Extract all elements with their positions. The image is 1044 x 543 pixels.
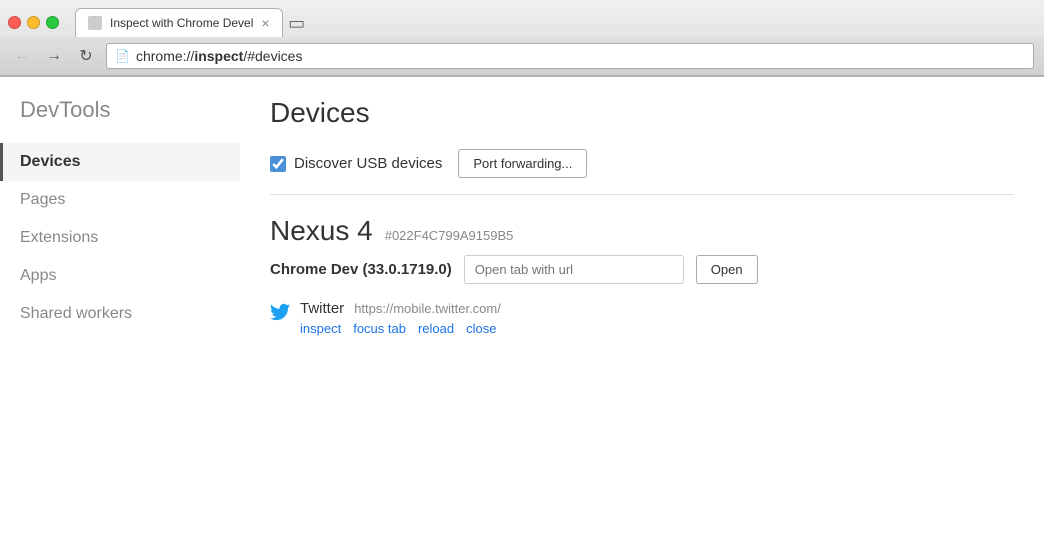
discover-label: Discover USB devices	[294, 155, 442, 172]
inspect-action[interactable]: inspect	[300, 321, 341, 336]
back-icon: ←	[14, 47, 30, 65]
sidebar: DevTools Devices Pages Extensions Apps S…	[0, 77, 240, 543]
tab-bar: Inspect with Chrome Devel × ▭	[75, 8, 311, 37]
forward-button[interactable]: →	[42, 44, 66, 68]
minimize-button[interactable]	[27, 16, 40, 29]
page-url: https://mobile.twitter.com/	[354, 301, 501, 316]
page-name: Twitter	[300, 300, 344, 317]
open-tab-url-input[interactable]	[464, 255, 684, 284]
page-icon: 📄	[115, 49, 130, 63]
page-content: DevTools Devices Pages Extensions Apps S…	[0, 77, 1044, 543]
tab-close-button[interactable]: ×	[261, 15, 269, 31]
chrome-dev-label: Chrome Dev (33.0.1719.0)	[270, 261, 452, 278]
sidebar-item-shared-workers[interactable]: Shared workers	[0, 295, 240, 333]
twitter-icon	[270, 302, 290, 322]
page-actions: inspect focus tab reload close	[300, 321, 501, 336]
main-content: Devices Discover USB devices Port forwar…	[240, 77, 1044, 543]
tab-title: Inspect with Chrome Devel	[110, 16, 253, 30]
url-text: chrome://inspect/#devices	[136, 48, 303, 64]
discover-row: Discover USB devices Port forwarding...	[270, 149, 1014, 195]
sidebar-item-apps[interactable]: Apps	[0, 257, 240, 295]
browser-tab[interactable]: Inspect with Chrome Devel ×	[75, 8, 283, 37]
sidebar-item-extensions[interactable]: Extensions	[0, 219, 240, 257]
url-bar[interactable]: 📄 chrome://inspect/#devices	[106, 43, 1034, 69]
device-name-row: Nexus 4 #022F4C799A9159B5	[270, 215, 1014, 247]
sidebar-title: DevTools	[0, 97, 240, 143]
reload-action[interactable]: reload	[418, 321, 454, 336]
page-row: Twitter https://mobile.twitter.com/ insp…	[270, 300, 1014, 336]
reload-icon: ↻	[79, 46, 92, 66]
discover-usb-checkbox[interactable]	[270, 156, 286, 172]
close-action[interactable]: close	[466, 321, 496, 336]
window-controls	[8, 16, 59, 29]
sidebar-item-pages[interactable]: Pages	[0, 181, 240, 219]
device-id: #022F4C799A9159B5	[385, 228, 514, 243]
title-bar: Inspect with Chrome Devel × ▭	[0, 0, 1044, 37]
page-title: Devices	[270, 97, 1014, 129]
open-tab-button[interactable]: Open	[696, 255, 758, 284]
tab-favicon	[88, 16, 102, 30]
forward-icon: →	[46, 47, 62, 65]
address-bar: ← → ↻ 📄 chrome://inspect/#devices	[0, 37, 1044, 76]
browser-chrome: Inspect with Chrome Devel × ▭ ← → ↻ 📄 ch…	[0, 0, 1044, 77]
page-title-row: Twitter https://mobile.twitter.com/	[300, 300, 501, 317]
back-button[interactable]: ←	[10, 44, 34, 68]
url-bold-part: inspect	[194, 48, 243, 64]
new-tab-icon: ▭	[288, 13, 305, 34]
focus-tab-action[interactable]: focus tab	[353, 321, 406, 336]
maximize-button[interactable]	[46, 16, 59, 29]
port-forwarding-button[interactable]: Port forwarding...	[458, 149, 587, 178]
discover-checkbox-wrapper: Discover USB devices	[270, 155, 442, 172]
chrome-dev-row: Chrome Dev (33.0.1719.0) Open	[270, 255, 1014, 284]
reload-button[interactable]: ↻	[74, 44, 98, 68]
device-name: Nexus 4	[270, 215, 373, 247]
page-info: Twitter https://mobile.twitter.com/ insp…	[300, 300, 501, 336]
close-button[interactable]	[8, 16, 21, 29]
sidebar-item-devices[interactable]: Devices	[0, 143, 240, 181]
new-tab-button[interactable]: ▭	[283, 9, 311, 37]
